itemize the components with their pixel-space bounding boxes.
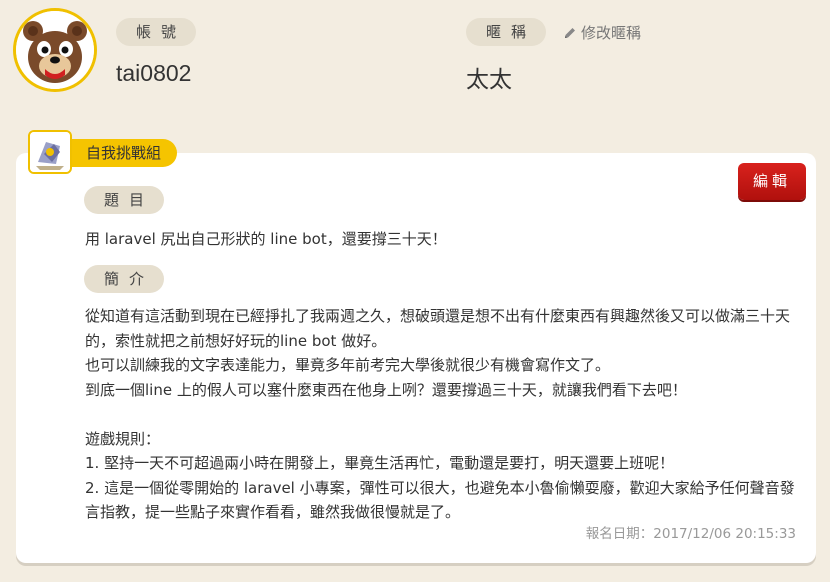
bear-face-icon <box>16 11 94 89</box>
intro-text: 從知道有這活動到現在已經掙扎了我兩週之久，想破頭還是想不出有什麼東西有興趣然後又… <box>85 304 805 525</box>
pencil-icon <box>565 27 575 38</box>
group-badge-icon <box>28 130 72 174</box>
intro-line: 從知道有這活動到現在已經掙扎了我兩週之久，想破頭還是想不出有什麼東西有興趣然後又… <box>85 307 791 350</box>
intro-line <box>85 402 805 427</box>
intro-line: 1. 堅持一天不可超過兩小時在開發上，畢竟生活再忙，電動還是要打，明天還要上班呢… <box>85 454 675 472</box>
edit-nickname-link[interactable]: 修改暱稱 <box>563 22 641 43</box>
intro-line: 遊戲規則： <box>85 429 161 448</box>
intro-line: 2. 這是一個從零開始的 laravel 小專案，彈性可以很大，也避免本小魯偷懶… <box>85 478 795 522</box>
intro-line: 也可以訓練我的文字表達能力，畢竟多年前考完大學後就很少有機會寫作文了。 <box>85 356 611 374</box>
edit-nickname-label: 修改暱稱 <box>581 24 642 42</box>
account-label: 帳號 <box>116 18 196 46</box>
avatar <box>13 8 97 92</box>
title-label: 題目 <box>84 186 164 214</box>
edit-button[interactable]: 編輯 <box>738 163 806 200</box>
intro-line: 到底一個line 上的假人可以塞什麼東西在他身上咧？還要撐過三十天，就讓我們看下… <box>85 380 687 399</box>
intro-label: 簡介 <box>84 265 164 293</box>
title-text: 用 laravel 尻出自己形狀的 line bot，還要撐三十天！ <box>85 230 447 248</box>
nickname-label: 暱稱 <box>466 18 546 46</box>
nickname-value: 太太 <box>466 67 512 93</box>
signup-date: 報名日期：2017/12/06 20:15:33 <box>585 526 796 542</box>
group-name: 自我挑戰組 <box>72 139 178 167</box>
account-value: tai0802 <box>116 60 192 86</box>
